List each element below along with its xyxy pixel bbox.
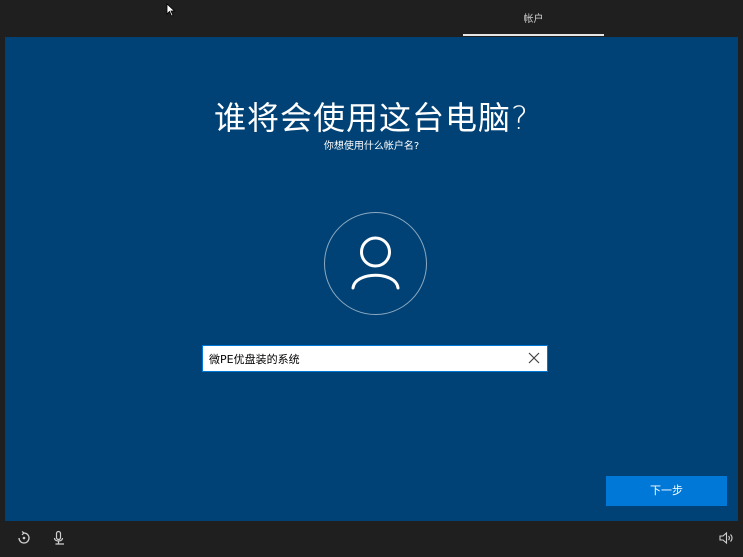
username-field[interactable] (202, 345, 548, 372)
close-icon[interactable] (527, 351, 541, 365)
user-icon (351, 236, 400, 290)
next-button[interactable]: 下一步 (606, 476, 727, 506)
page-title: 谁将会使用这台电脑? (214, 99, 529, 137)
ease-of-access-icon[interactable] (16, 530, 32, 546)
username-input[interactable] (209, 346, 509, 371)
tab-underline (463, 34, 604, 36)
tab-account-label: 帐户 (523, 14, 544, 25)
tab-account[interactable]: 帐户 (463, 3, 604, 36)
top-bar: 帐户 (5, 3, 738, 36)
page-subtitle: 你想使用什么帐户名? (323, 141, 420, 152)
volume-icon[interactable] (718, 530, 734, 546)
oobe-panel: 谁将会使用这台电脑? 你想使用什么帐户名? 下一步 (5, 37, 738, 521)
microphone-icon[interactable] (51, 530, 67, 546)
mouse-pointer-icon (166, 3, 176, 17)
avatar (324, 212, 427, 315)
bottom-bar (5, 521, 738, 554)
